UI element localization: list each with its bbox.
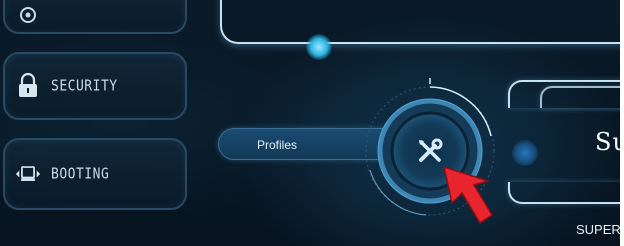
padlock-icon — [15, 73, 41, 99]
glow-indicator — [306, 34, 332, 60]
sidebar-item-security-label: SECURITY — [51, 77, 118, 95]
sidebar-item-partial[interactable] — [3, 0, 187, 34]
gear-icon — [15, 2, 41, 28]
subtitle-text: SUPER — [576, 222, 621, 237]
pointer-cursor-icon — [440, 163, 504, 242]
header-frame — [220, 0, 624, 44]
right-frame-inner — [540, 86, 624, 108]
sidebar-item-booting-label: BOOTING — [51, 165, 110, 183]
drive-switch-icon — [15, 161, 41, 187]
glow-indicator-right — [512, 140, 538, 166]
right-edge — [620, 0, 624, 246]
profiles-label: Profiles — [257, 138, 298, 152]
right-frame-bottom — [508, 182, 624, 204]
sidebar-item-booting[interactable]: BOOTING — [3, 138, 187, 210]
sidebar-item-security[interactable]: SECURITY — [3, 52, 187, 120]
